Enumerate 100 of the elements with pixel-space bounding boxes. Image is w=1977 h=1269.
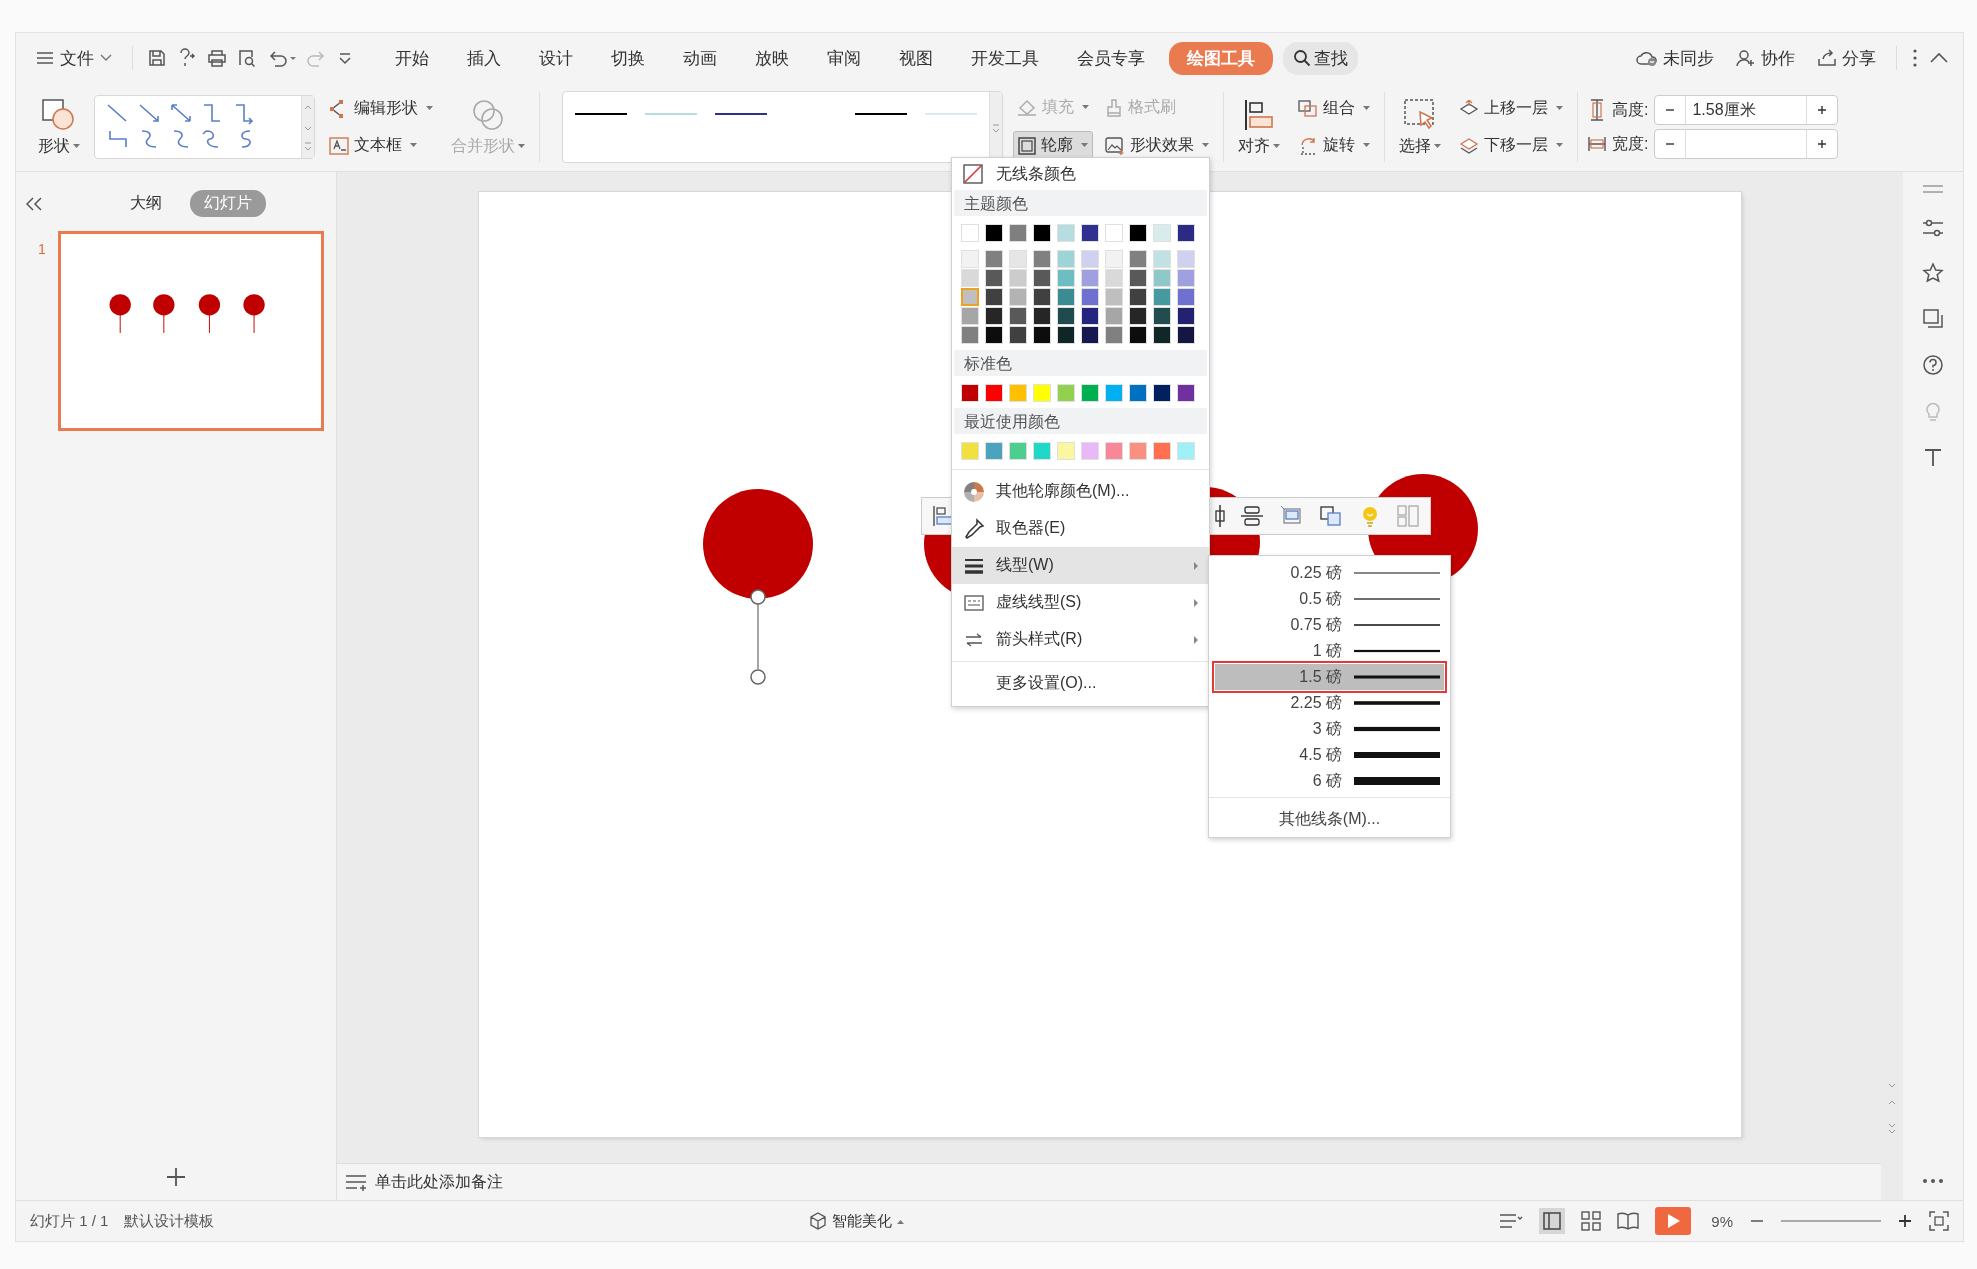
height-field[interactable]: 1.58厘米 — [1654, 95, 1839, 125]
align-center-icon[interactable] — [1214, 504, 1226, 528]
width-field[interactable] — [1654, 129, 1839, 159]
menu-icon — [36, 51, 54, 65]
chevron-down-icon — [100, 54, 112, 62]
slide-thumbnail[interactable] — [57, 231, 324, 431]
menu-item[interactable]: 虚线线型(S) — [952, 584, 1209, 621]
no-line-color-item[interactable]: 无线条颜色 — [952, 158, 1209, 190]
sync-button[interactable]: 未同步 — [1630, 42, 1720, 74]
edit-shape-button[interactable]: 编辑形状 — [325, 95, 437, 122]
shapes-icon — [41, 97, 77, 132]
collapse-ribbon-icon[interactable] — [1929, 52, 1949, 64]
save-icon[interactable] — [147, 48, 167, 68]
notes-toggle-icon[interactable] — [1499, 1212, 1524, 1230]
ribbon-tab[interactable]: 开始 — [381, 41, 443, 75]
line-weight-item[interactable]: 4.5 磅 — [1215, 742, 1444, 768]
more-icon[interactable] — [1911, 48, 1919, 68]
cursor-select-icon — [1403, 97, 1437, 132]
shape-effect-button[interactable]: 形状效果 — [1101, 131, 1213, 160]
line-weight-item[interactable]: 6 磅 — [1215, 768, 1444, 794]
more-lines-item[interactable]: 其他线条(M)... — [1209, 801, 1450, 837]
ribbon-tab[interactable]: 审阅 — [813, 41, 875, 75]
ribbon-tab[interactable]: 设计 — [525, 41, 587, 75]
print-preview-icon[interactable] — [237, 48, 257, 68]
menu-item[interactable]: 线型(W) — [952, 547, 1209, 584]
add-slide-icon[interactable] — [165, 1166, 187, 1188]
export-icon[interactable] — [177, 48, 197, 68]
width-label: 宽度: — [1612, 133, 1649, 154]
fit-window-icon[interactable] — [1929, 1211, 1949, 1231]
line-weight-item[interactable]: 1.5 磅 — [1215, 664, 1444, 690]
menu-item[interactable]: 取色器(E) — [952, 510, 1209, 547]
ribbon-tab[interactable]: 开发工具 — [957, 41, 1053, 75]
caret-icon — [1556, 106, 1563, 111]
layout-icon[interactable] — [1396, 504, 1420, 528]
collapse-panel-icon[interactable] — [26, 196, 42, 211]
line-weight-item[interactable]: 0.5 磅 — [1215, 586, 1444, 612]
menu-item[interactable]: 箭头样式(R) — [952, 621, 1209, 658]
align-button[interactable]: 对齐 — [1234, 95, 1284, 159]
reading-view-icon[interactable] — [1617, 1211, 1640, 1231]
search-icon — [1293, 49, 1311, 67]
line-shape-gallery[interactable] — [94, 95, 315, 159]
more-icon[interactable] — [1922, 1178, 1944, 1184]
star-icon[interactable] — [1922, 262, 1944, 284]
ribbon-tab[interactable]: 视图 — [885, 41, 947, 75]
menu-item[interactable]: 其他轮廓颜色(M)... — [952, 473, 1209, 510]
group-icon — [1298, 99, 1318, 118]
collaborate-button[interactable]: 协作 — [1730, 42, 1801, 74]
zoom-in-icon[interactable] — [1897, 1213, 1913, 1229]
copy-icon[interactable] — [1922, 308, 1944, 330]
panel-grip-icon[interactable] — [1922, 184, 1944, 194]
height-icon — [1588, 99, 1606, 121]
caret-icon — [1202, 143, 1209, 148]
text-icon[interactable] — [1922, 446, 1944, 468]
dash-style-icon — [964, 594, 984, 611]
ribbon-tab[interactable]: 会员专享 — [1063, 41, 1159, 75]
notes-field[interactable]: 单击此处添加备注 — [375, 1171, 503, 1193]
color-swatch[interactable] — [961, 288, 979, 306]
line-weight-item[interactable]: 0.75 磅 — [1215, 612, 1444, 638]
ribbon-tab[interactable]: 插入 — [453, 41, 515, 75]
distribute-icon[interactable] — [1240, 504, 1264, 528]
settings-sliders-icon[interactable] — [1922, 218, 1944, 238]
line-weight-item[interactable]: 0.25 磅 — [1215, 560, 1444, 586]
group-button[interactable]: 组合 — [1294, 95, 1374, 122]
image-effect-icon — [1105, 136, 1125, 155]
zoom-level[interactable]: 9% — [1711, 1212, 1733, 1230]
text-box-button[interactable]: 文本框 — [325, 132, 437, 159]
submenu-arrow-icon — [1193, 597, 1199, 608]
normal-view-icon[interactable] — [1539, 1208, 1566, 1234]
overlapping-circles-icon — [471, 97, 505, 132]
caret-icon — [73, 143, 80, 149]
send-backward-button[interactable]: 下移一层 — [1455, 132, 1567, 159]
share-icon — [1817, 49, 1837, 67]
person-add-icon — [1736, 49, 1756, 67]
grid-view-icon[interactable] — [1581, 1211, 1602, 1231]
smart-beautify-button[interactable]: 智能美化 — [809, 1211, 905, 1231]
line-sample-icon — [1354, 776, 1440, 786]
redo-icon[interactable] — [307, 48, 327, 68]
caret-icon — [1556, 143, 1563, 148]
group-icon[interactable] — [1318, 504, 1344, 528]
file-menu[interactable]: 文件 — [30, 42, 118, 74]
line-weight-item[interactable]: 3 磅 — [1215, 716, 1444, 742]
ribbon-tab[interactable]: 切换 — [597, 41, 659, 75]
undo-icon[interactable] — [267, 48, 297, 68]
bring-forward-button[interactable]: 上移一层 — [1455, 95, 1567, 122]
share-button[interactable]: 分享 — [1811, 42, 1882, 74]
shape-button[interactable]: 形状 — [34, 95, 84, 159]
caret-up-icon — [897, 1218, 905, 1224]
help-icon[interactable] — [1922, 354, 1944, 376]
menu-item[interactable]: 更多设置(O)... — [952, 665, 1209, 702]
line-weight-item[interactable]: 1 磅 — [1215, 638, 1444, 664]
caret-icon — [1273, 143, 1280, 149]
search-button[interactable]: 查找 — [1283, 41, 1358, 75]
line-weight-item[interactable]: 2.25 磅 — [1215, 690, 1444, 716]
ribbon-tab[interactable]: 放映 — [741, 41, 803, 75]
panel-tab[interactable]: 大纲 — [116, 190, 176, 217]
no-color-icon — [962, 163, 984, 185]
select-button[interactable]: 选择 — [1395, 95, 1445, 159]
print-icon[interactable] — [207, 48, 227, 68]
ribbon-tab[interactable]: 动画 — [669, 41, 731, 75]
rotate-button[interactable]: 旋转 — [1294, 132, 1374, 159]
